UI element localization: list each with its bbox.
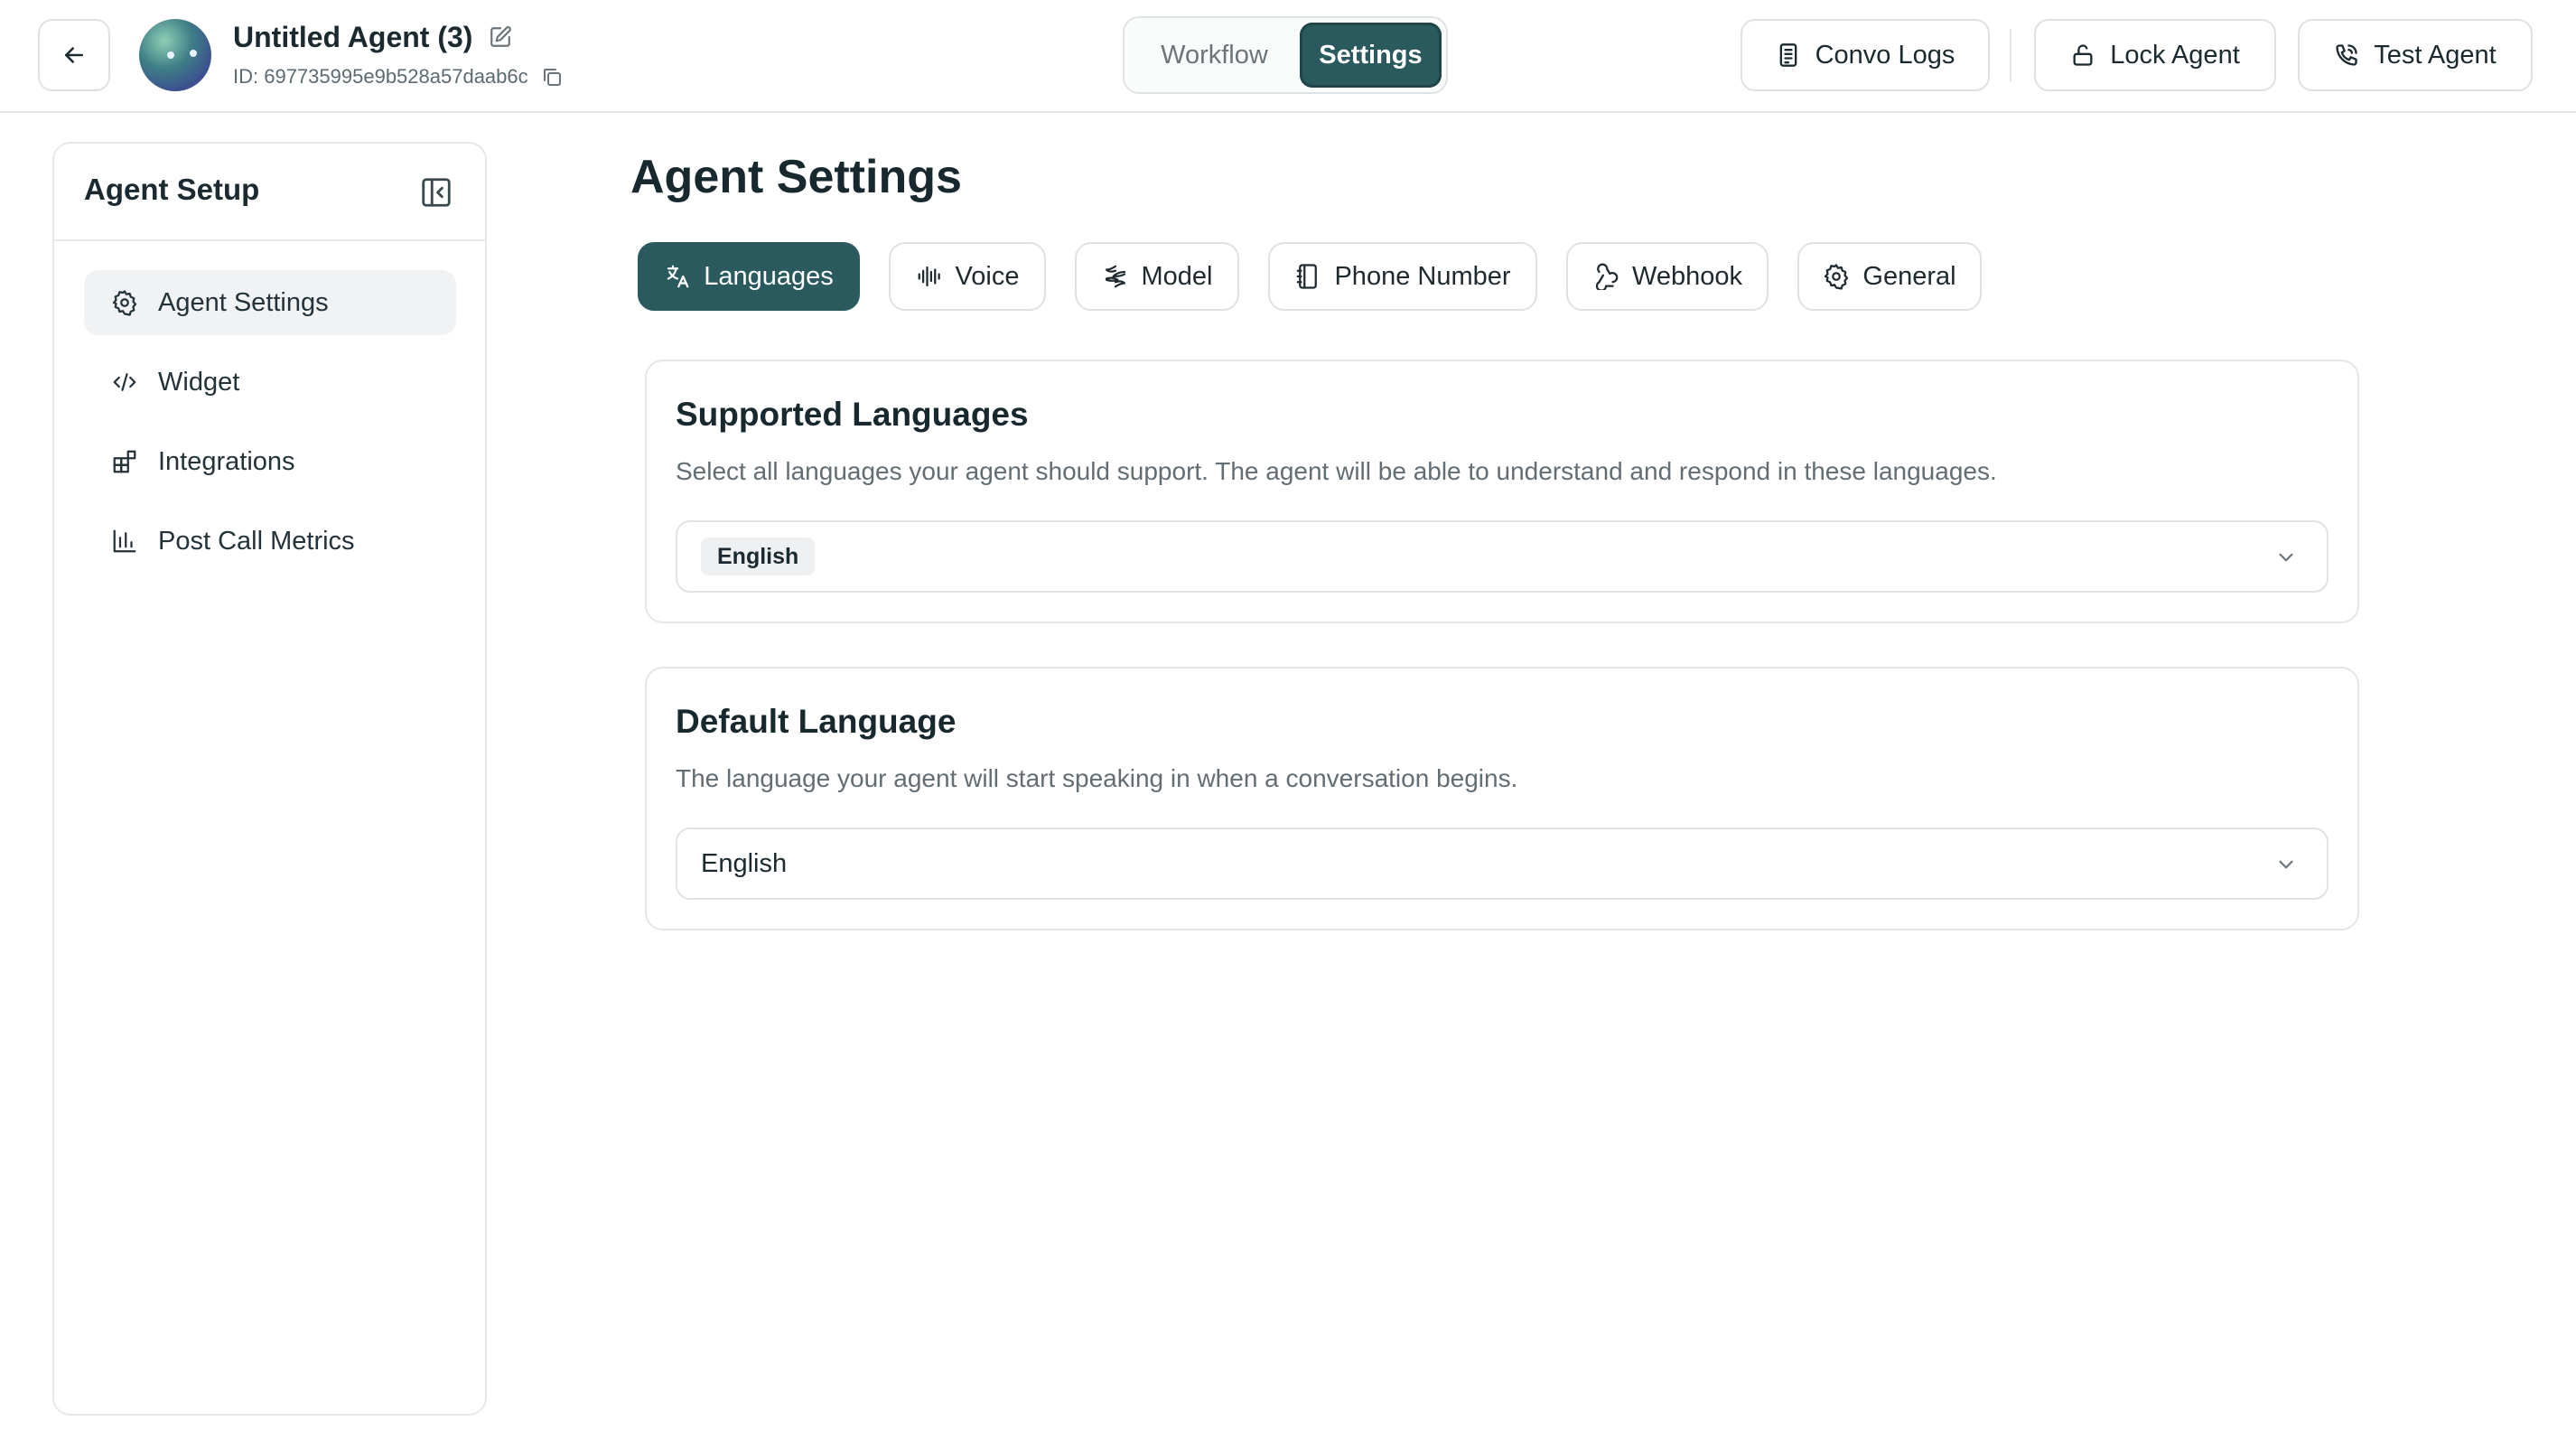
code-icon (111, 369, 138, 396)
copy-icon[interactable] (541, 66, 563, 88)
top-bar: Untitled Agent (3) ID: 697735995e9b528a5… (0, 0, 2576, 113)
agent-id: ID: 697735995e9b528a57daab6c (233, 65, 528, 88)
collapse-sidebar-icon[interactable] (418, 174, 454, 210)
arrow-left-icon (61, 42, 88, 69)
agent-setup-sidebar: Agent Setup Agent Settings Widget Integr… (52, 142, 487, 1416)
tab-label: Languages (704, 261, 834, 291)
lock-agent-label: Lock Agent (2110, 40, 2240, 70)
test-agent-label: Test Agent (2374, 40, 2497, 70)
back-button[interactable] (38, 19, 110, 91)
sidebar-item-label: Integrations (158, 446, 295, 476)
toolbar-divider (2010, 29, 2011, 81)
agent-name: Untitled Agent (3) (233, 20, 473, 53)
default-language-select[interactable]: English (676, 828, 2329, 900)
tab-phone-number[interactable]: Phone Number (1268, 242, 1537, 311)
sidebar-item-widget[interactable]: Widget (84, 350, 456, 415)
model-icon (1102, 263, 1129, 290)
tab-workflow[interactable]: Workflow (1129, 23, 1300, 88)
tab-label: General (1862, 261, 1956, 291)
agent-title-row: Untitled Agent (3) (233, 18, 512, 56)
tab-webhook[interactable]: Webhook (1566, 242, 1769, 311)
sidebar-item-agent-settings[interactable]: Agent Settings (84, 270, 456, 335)
supported-languages-select[interactable]: English (676, 520, 2329, 593)
sidebar-item-integrations[interactable]: Integrations (84, 429, 456, 494)
tab-label: Model (1141, 261, 1213, 291)
webhook-icon (1592, 263, 1619, 290)
translate-icon (664, 263, 691, 290)
supported-languages-card: Supported Languages Select all languages… (645, 360, 2359, 623)
audio-wave-icon (916, 263, 943, 290)
supported-languages-description: Select all languages your agent should s… (676, 457, 1997, 485)
sidebar-item-label: Widget (158, 367, 240, 397)
test-agent-button[interactable]: Test Agent (2298, 19, 2533, 91)
chevron-down-icon (2274, 546, 2298, 569)
tab-label: Voice (955, 261, 1020, 291)
gear-icon (111, 289, 138, 316)
lock-icon (2070, 42, 2095, 68)
page-title: Agent Settings (630, 151, 962, 203)
bar-chart-icon (111, 528, 138, 555)
default-language-card: Default Language The language your agent… (645, 667, 2359, 930)
blocks-icon (111, 448, 138, 475)
chevron-down-icon (2274, 853, 2298, 876)
default-language-title: Default Language (676, 703, 957, 740)
tab-label: Phone Number (1334, 261, 1511, 291)
edit-icon[interactable] (489, 25, 512, 49)
supported-languages-title: Supported Languages (676, 396, 1029, 433)
tab-settings[interactable]: Settings (1299, 23, 1442, 88)
tab-general[interactable]: General (1797, 242, 1982, 311)
tab-voice[interactable]: Voice (889, 242, 1046, 311)
agent-id-row: ID: 697735995e9b528a57daab6c (233, 63, 563, 90)
convo-logs-button[interactable]: Convo Logs (1741, 19, 1990, 91)
language-chip[interactable]: English (701, 538, 816, 575)
avatar (139, 19, 211, 91)
phone-call-icon (2334, 42, 2359, 68)
view-switcher: Workflow Settings (1123, 16, 1448, 94)
sidebar-header: Agent Setup (54, 144, 485, 241)
phone-book-icon (1294, 263, 1321, 290)
sidebar-item-post-call-metrics[interactable]: Post Call Metrics (84, 509, 456, 574)
sidebar-item-label: Post Call Metrics (158, 526, 355, 556)
default-language-value: English (701, 848, 788, 878)
sidebar-title: Agent Setup (84, 173, 260, 206)
tab-languages[interactable]: Languages (638, 242, 860, 311)
gear-icon (1823, 263, 1850, 290)
lock-agent-button[interactable]: Lock Agent (2034, 19, 2276, 91)
tab-model[interactable]: Model (1075, 242, 1239, 311)
default-language-description: The language your agent will start speak… (676, 764, 1518, 792)
sidebar-item-label: Agent Settings (158, 287, 329, 317)
document-icon (1776, 42, 1801, 68)
tab-label: Webhook (1632, 261, 1742, 291)
convo-logs-label: Convo Logs (1815, 40, 1955, 70)
